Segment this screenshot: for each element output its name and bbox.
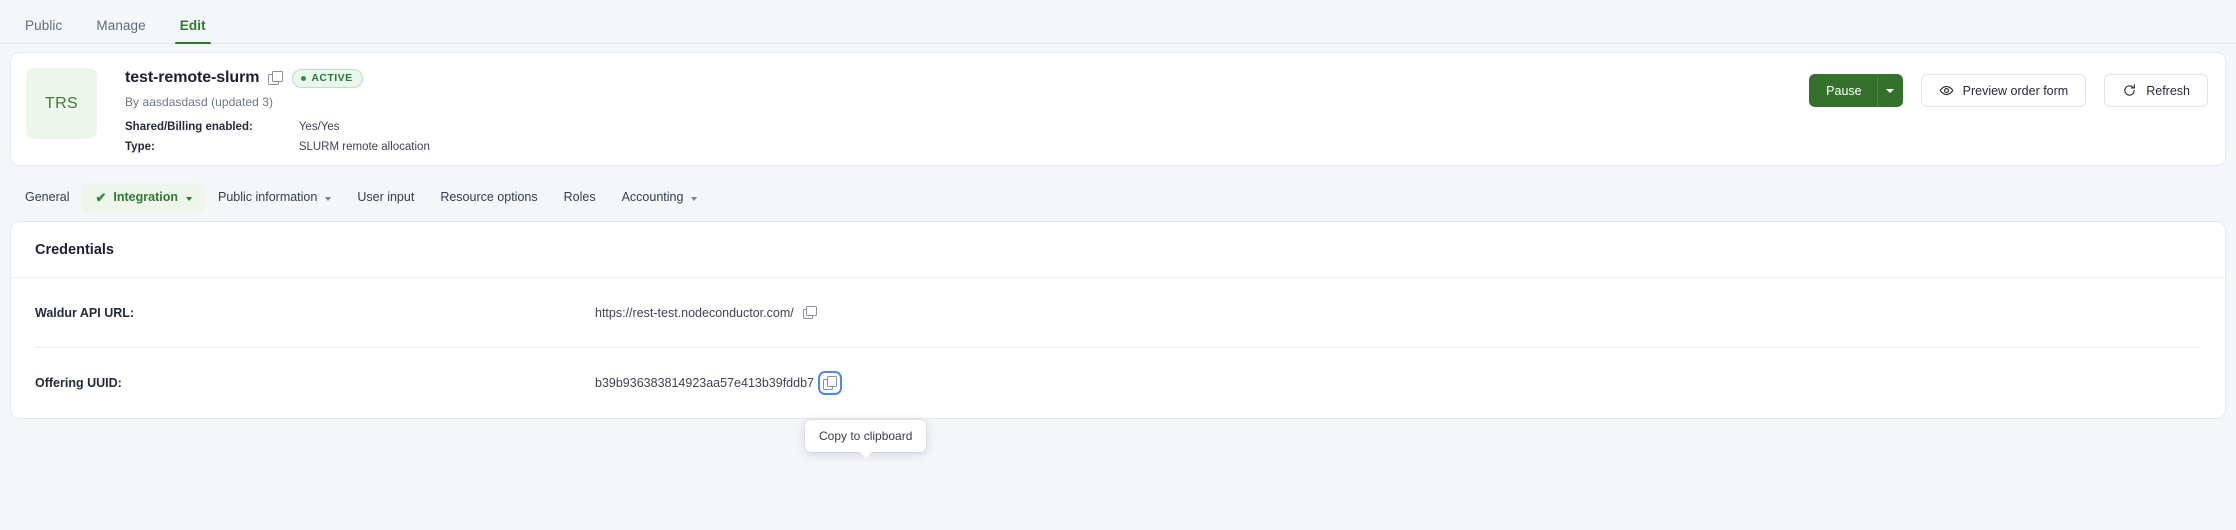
table-row: Shared/Billing enabled: Yes/Yes [125, 120, 430, 140]
credentials-row-offering-uuid: Offering UUID: b39b936383814923aa57e413b… [35, 348, 2201, 418]
pause-split-button: Pause [1809, 74, 1902, 107]
tab-public-information[interactable]: Public information [205, 183, 344, 212]
chevron-down-icon [691, 197, 697, 201]
credentials-card: Credentials Waldur API URL: https://rest… [10, 221, 2226, 419]
section-tab-bar: General ✔ Integration Public information… [0, 173, 2236, 221]
tab-integration[interactable]: ✔ Integration [82, 183, 205, 212]
topnav-item-public[interactable]: Public [8, 19, 79, 44]
tab-resource-options[interactable]: Resource options [427, 183, 550, 212]
credentials-value-offering-uuid-wrapper: b39b936383814923aa57e413b39fddb7 [595, 376, 837, 390]
tab-general[interactable]: General [12, 183, 82, 212]
credentials-value-api-url-wrapper: https://rest-test.nodeconductor.com/ [595, 306, 817, 320]
page-title: test-remote-slurm [125, 69, 259, 87]
credentials-heading: Credentials [11, 222, 2225, 278]
tab-general-label: General [25, 191, 69, 204]
tab-public-information-label: Public information [218, 191, 317, 204]
status-badge: ACTIVE [292, 69, 362, 88]
chevron-down-icon [1886, 89, 1894, 93]
preview-order-form-label: Preview order form [1963, 84, 2069, 98]
refresh-icon [2122, 83, 2137, 98]
refresh-label: Refresh [2146, 84, 2190, 98]
status-badge-label: ACTIVE [311, 72, 352, 84]
chevron-down-icon [186, 197, 192, 201]
copy-icon[interactable] [268, 71, 283, 86]
credentials-label-offering-uuid: Offering UUID: [35, 376, 595, 390]
avatar: TRS [26, 68, 97, 139]
tab-roles[interactable]: Roles [551, 183, 609, 212]
status-dot-icon [301, 76, 306, 81]
copy-icon[interactable] [823, 376, 837, 390]
meta-value-type: SLURM remote allocation [299, 140, 430, 160]
tab-user-input[interactable]: User input [344, 183, 427, 212]
credentials-value-offering-uuid: b39b936383814923aa57e413b39fddb7 [595, 376, 814, 390]
meta-label-shared-billing: Shared/Billing enabled: [125, 120, 299, 140]
copy-tooltip: Copy to clipboard [805, 420, 926, 452]
tab-integration-label: Integration [113, 191, 178, 204]
offering-header-card: TRS test-remote-slurm ACTIVE By aasdasda… [10, 52, 2226, 166]
chevron-down-icon [325, 197, 331, 201]
header-actions: Pause Preview order form Refresh [1809, 74, 2208, 107]
meta-label-type: Type: [125, 140, 299, 160]
tab-accounting[interactable]: Accounting [609, 183, 711, 212]
topnav-item-manage[interactable]: Manage [79, 19, 162, 44]
table-row: Type: SLURM remote allocation [125, 140, 430, 160]
credentials-value-api-url: https://rest-test.nodeconductor.com/ [595, 306, 794, 320]
top-navigation-bar: Public Manage Edit [0, 0, 2236, 44]
pause-button[interactable]: Pause [1809, 74, 1876, 107]
copy-icon[interactable] [803, 306, 817, 320]
meta-value-shared-billing: Yes/Yes [299, 120, 430, 140]
topnav-item-edit[interactable]: Edit [163, 19, 223, 44]
preview-order-form-button[interactable]: Preview order form [1921, 74, 2087, 107]
tab-accounting-label: Accounting [622, 191, 684, 204]
credentials-body: Waldur API URL: https://rest-test.nodeco… [11, 278, 2225, 418]
refresh-button[interactable]: Refresh [2104, 74, 2208, 107]
pause-dropdown-toggle[interactable] [1877, 74, 1903, 107]
credentials-label-api-url: Waldur API URL: [35, 306, 595, 320]
eye-icon [1939, 83, 1954, 98]
check-icon: ✔ [95, 191, 106, 204]
tab-roles-label: Roles [564, 191, 596, 204]
tab-user-input-label: User input [357, 191, 414, 204]
tab-resource-options-label: Resource options [440, 191, 537, 204]
offering-meta-table: Shared/Billing enabled: Yes/Yes Type: SL… [125, 120, 430, 161]
credentials-row-api-url: Waldur API URL: https://rest-test.nodeco… [35, 278, 2201, 348]
